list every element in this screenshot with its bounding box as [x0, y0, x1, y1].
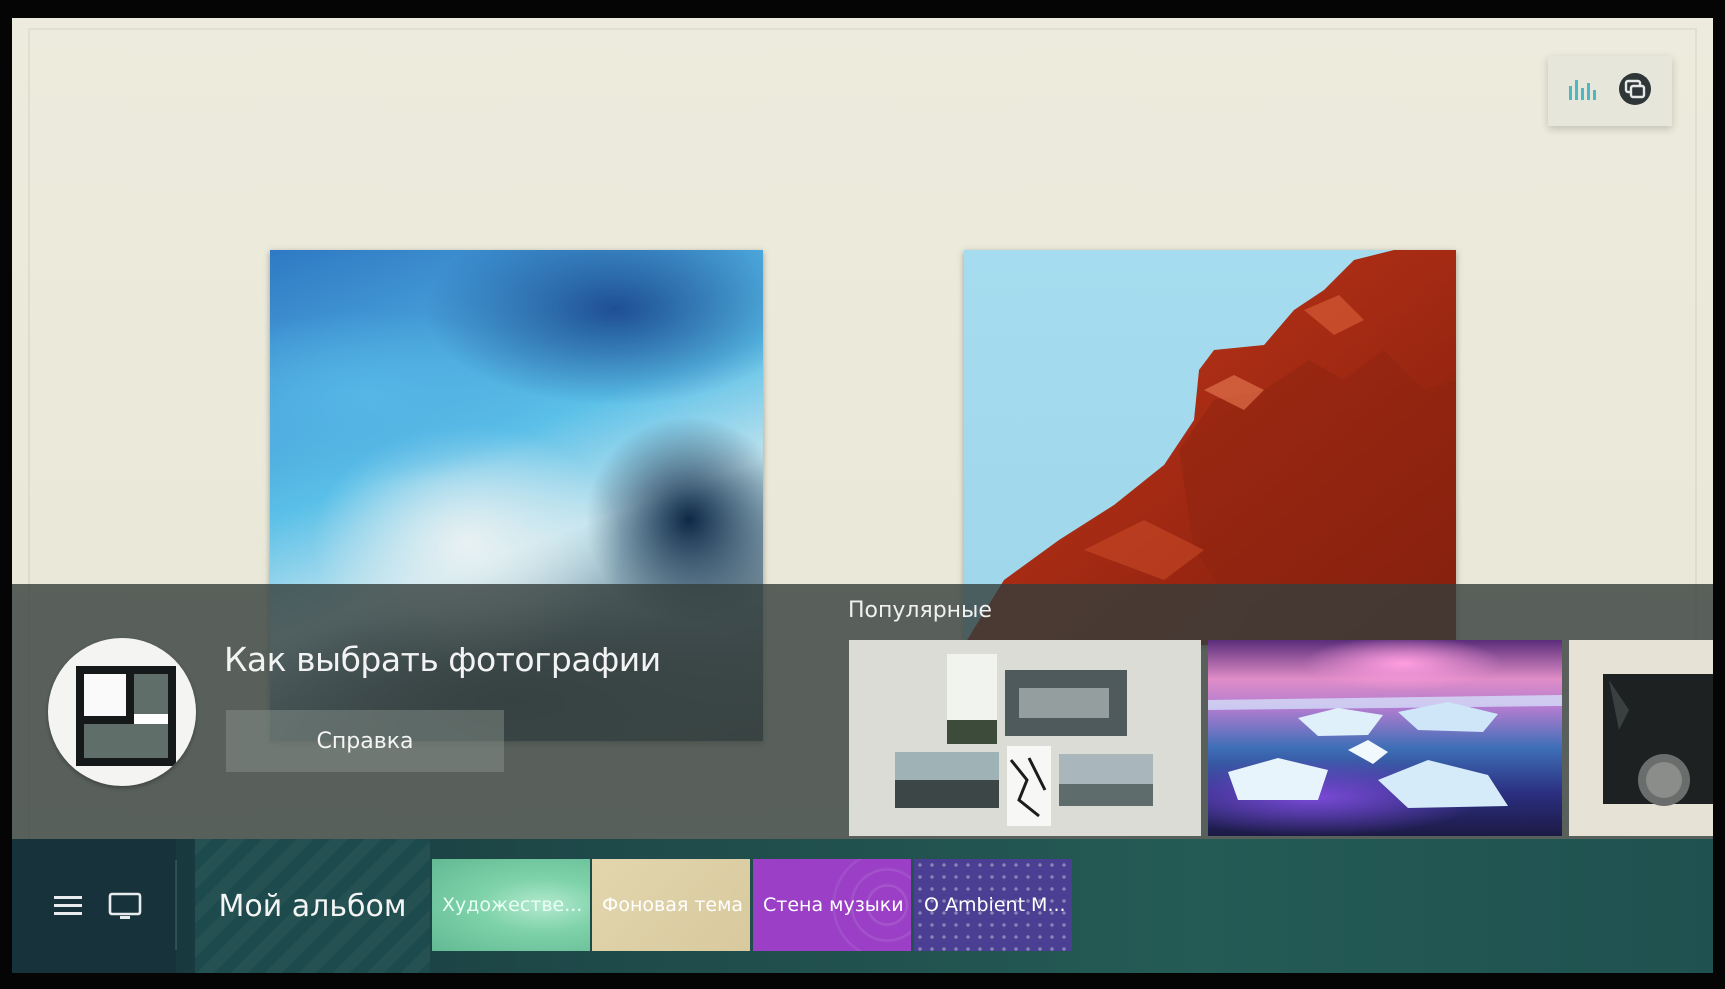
equalizer-icon[interactable]: [1567, 76, 1597, 106]
category-music-wall-tile[interactable]: Стена музыки: [753, 859, 911, 951]
nav-divider: [175, 860, 177, 950]
popular-thumbnail-ice-lagoon[interactable]: [1208, 640, 1562, 836]
category-background-theme-tile[interactable]: Фоновая тема: [592, 859, 750, 951]
top-right-widget: [1548, 56, 1672, 126]
dark-art-illustration: [1603, 674, 1713, 806]
menu-icon[interactable]: [54, 895, 82, 917]
help-title: Как выбрать фотографии: [224, 640, 661, 679]
popular-thumbnail-collage[interactable]: [849, 640, 1201, 836]
category-art-tile[interactable]: Художестве...: [432, 859, 590, 951]
my-album-tile[interactable]: Мой альбом: [195, 839, 430, 973]
ice-illustration: [1208, 695, 1562, 808]
tv-icon[interactable]: [108, 892, 142, 922]
nav-left-section: [12, 839, 176, 973]
popular-thumbnail-dark[interactable]: [1569, 640, 1713, 836]
help-thumbnail-icon: [48, 638, 196, 786]
popular-section-label: Популярные: [848, 598, 992, 623]
category-about-ambient-tile[interactable]: О Ambient M...: [914, 859, 1072, 951]
tv-screen: Как выбрать фотографии Справка Популярны…: [12, 18, 1713, 973]
collage-illustration: [895, 654, 1153, 826]
screen-mirror-icon[interactable]: [1617, 71, 1653, 111]
help-button[interactable]: Справка: [226, 710, 504, 772]
